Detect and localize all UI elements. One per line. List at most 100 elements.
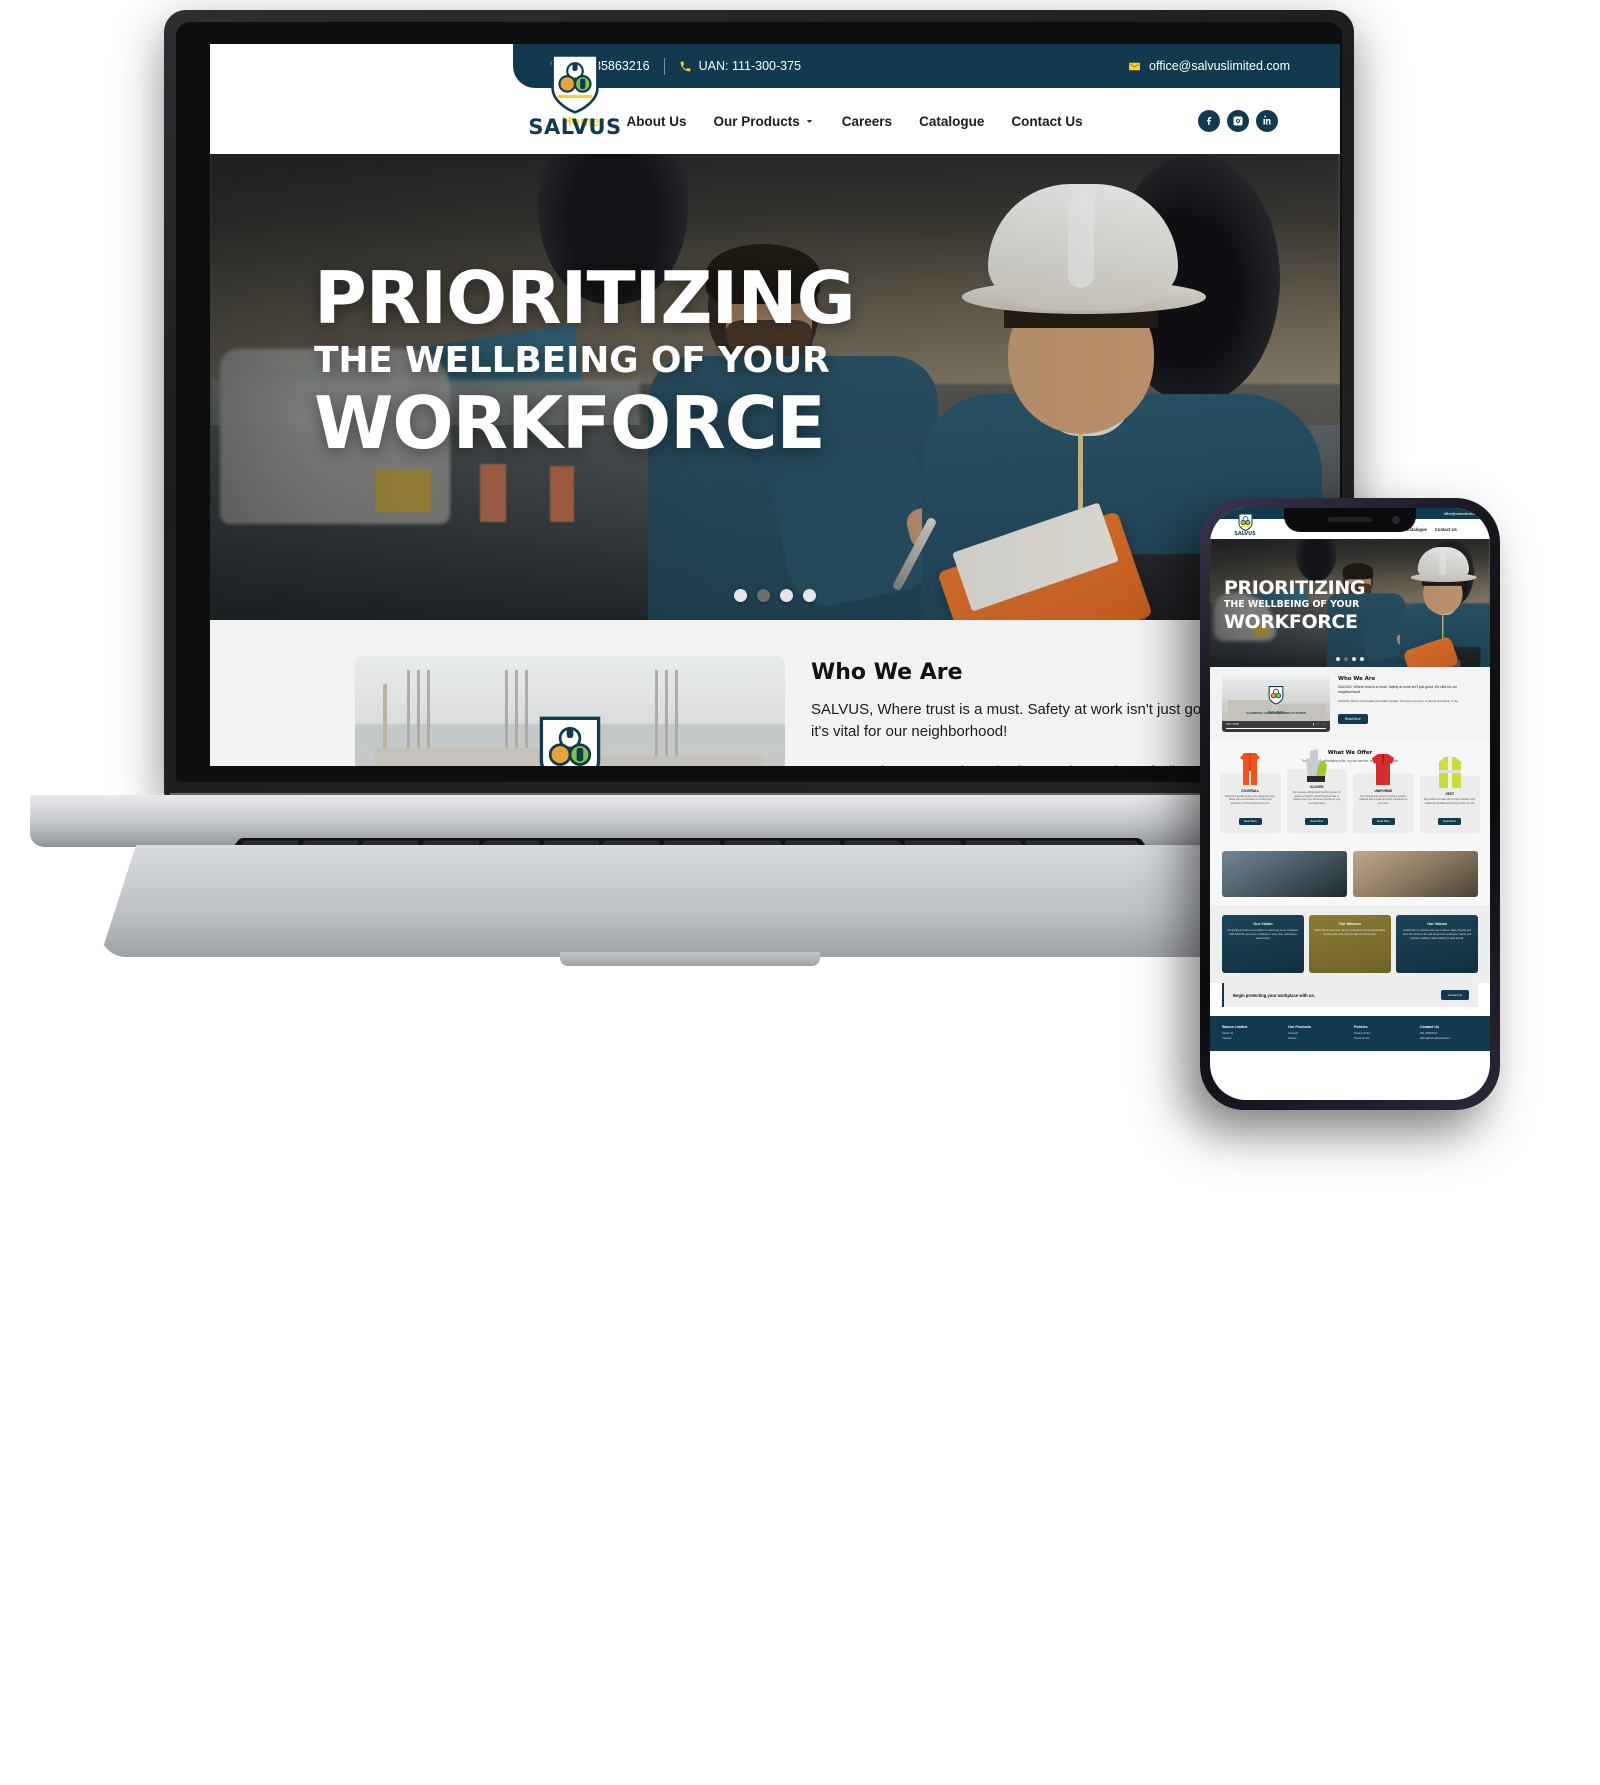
phone-who-we-are-body: SALVUS, Where trust peaks and safety spe…: [1338, 698, 1459, 703]
nav-item-our-products-label: Our Products: [713, 113, 800, 129]
nav-item-catalogue[interactable]: Catalogue: [919, 114, 984, 129]
phone-email-address: office@salvuslimited.com: [1443, 511, 1482, 516]
uan-contact[interactable]: UAN: 111-300-375: [679, 59, 801, 73]
hero-headline: PRIORITIZING THE WELLBEING OF YOUR WORKF…: [210, 262, 1340, 459]
social-links: [1198, 110, 1278, 132]
phone-video-progress[interactable]: [1226, 728, 1326, 730]
email-address: office@salvuslimited.com: [1149, 59, 1290, 73]
linkedin-link[interactable]: [1256, 110, 1278, 132]
cta-text: Begin protecting your workplace with us.: [1233, 992, 1315, 998]
vision-title: Our Vision: [1253, 922, 1273, 927]
phone-hero-carousel: PRIORITIZING THE WELLBEING OF YOUR WORKF…: [1210, 539, 1490, 667]
instagram-link[interactable]: [1227, 110, 1249, 132]
instagram-icon: [1233, 116, 1243, 126]
gallery-image-2[interactable]: [1353, 851, 1478, 898]
carousel-dot-1[interactable]: [734, 589, 747, 602]
phone-mockup: 021-35863216 office@salvuslimited.com SA…: [1200, 498, 1500, 1110]
phone-who-we-are-section: SALVUS GUARDING LIVES SHIELDING FUTURES …: [1210, 667, 1490, 741]
product-name: COVERALL: [1241, 788, 1260, 793]
values-title: Our Values: [1427, 922, 1447, 927]
linkedin-icon: [1263, 115, 1271, 125]
nav-links: Home About Us Our Products Careers Catal…: [562, 114, 1083, 129]
product-read-more-button[interactable]: Read More: [1438, 818, 1462, 826]
phone-read-more-button[interactable]: Read More: [1338, 714, 1368, 724]
carousel-dot-3[interactable]: [780, 589, 793, 602]
phone-who-we-are-text: Who We Are SALVUS, Where trust is a must…: [1338, 676, 1478, 732]
nav-item-careers[interactable]: Careers: [842, 114, 892, 129]
product-desc: Our professional uniforms combine durabl…: [1359, 794, 1408, 805]
phone-camera-icon: [1392, 516, 1400, 524]
phone-video-time: 0:07 / 0:55: [1226, 722, 1239, 726]
phone-brand-logo[interactable]: SALVUS: [1228, 513, 1262, 537]
brand-logo[interactable]: SALVUS: [525, 52, 625, 139]
phone-brand-name: SALVUS: [1234, 531, 1256, 537]
laptop-trackpad[interactable]: [600, 1745, 1000, 1785]
facebook-icon: [1207, 117, 1212, 125]
product-card-coverall[interactable]: COVERALL SALVUS coveralls protect your s…: [1220, 752, 1281, 834]
shield-logo-icon: [551, 54, 599, 114]
shield-logo-icon: [539, 716, 601, 766]
product-desc: Stay visible and safe with our high-visi…: [1423, 798, 1476, 805]
top-contact-bar-panel: 021-35863216 UAN: 111-300-375 office@sal…: [513, 44, 1340, 88]
uniforms-icon: [1372, 753, 1395, 785]
facebook-link[interactable]: [1198, 110, 1220, 132]
shield-logo-icon: [1268, 685, 1284, 705]
carousel-dot-4[interactable]: [803, 589, 816, 602]
phone-video-control-icons[interactable]: ▮ ⛶ ⋮: [1313, 723, 1326, 726]
mail-icon: [1129, 62, 1140, 70]
chevron-down-icon: [806, 119, 813, 123]
phone-notch: [1284, 508, 1416, 532]
who-we-are-lead: SALVUS, Where trust is a must. Safety at…: [811, 701, 1223, 741]
footer-item[interactable]: Careers: [1222, 1037, 1280, 1042]
gloves-icon: [1305, 749, 1327, 782]
product-read-more-button[interactable]: Read More: [1371, 818, 1395, 826]
carousel-dot-2[interactable]: [757, 589, 770, 602]
phone-carousel-dot-1[interactable]: [1335, 656, 1341, 661]
footer-column-title: Our Products: [1288, 1025, 1311, 1030]
product-card-uniforms[interactable]: UNIFORMS Our professional uniforms combi…: [1353, 753, 1414, 834]
product-card-gloves[interactable]: GLOVES We leverage cutting-hand SALVUS g…: [1286, 749, 1347, 834]
phone-video-player[interactable]: SALVUS GUARDING LIVES SHIELDING FUTURES …: [1222, 676, 1330, 732]
product-desc: SALVUS coveralls protect your safety and…: [1224, 794, 1276, 805]
contact-separator: [663, 57, 665, 75]
nav-item-about-us[interactable]: About Us: [627, 114, 687, 129]
phone-carousel-dot-4[interactable]: [1359, 656, 1365, 661]
email-contact[interactable]: office@salvuslimited.com: [1128, 59, 1290, 73]
footer-item[interactable]: Terms of Use: [1354, 1037, 1412, 1042]
product-read-more-button[interactable]: Read More: [1238, 818, 1262, 826]
vision-card: Our Vision Our guiding principle is to p…: [1222, 915, 1304, 974]
footer-column-title: Contact Us: [1420, 1025, 1439, 1030]
footer-column-title: Policies: [1354, 1025, 1368, 1030]
phone-gallery: [1210, 843, 1490, 906]
shield-logo-icon: [1238, 513, 1252, 531]
mission-card: Our Mission Safety first and foremost. W…: [1309, 915, 1391, 974]
phone-video-controls[interactable]: 0:07 / 0:55 ▮ ⛶ ⋮: [1222, 721, 1330, 732]
laptop-mockup: 021-35863216 UAN: 111-300-375 office@sal…: [0, 0, 1380, 1000]
phone-video-tagline: GUARDING LIVES SHIELDING FUTURES: [1246, 710, 1306, 715]
footer-column-company: Salvus Limited About Us Careers: [1222, 1025, 1280, 1041]
product-read-more-button[interactable]: Read More: [1305, 818, 1329, 826]
cta-button[interactable]: Contact Us: [1440, 990, 1469, 1001]
product-card-vest[interactable]: VEST Stay visible and safe with our high…: [1419, 757, 1480, 834]
footer-column-title: Salvus Limited: [1222, 1025, 1248, 1030]
hero-carousel: PRIORITIZING THE WELLBEING OF YOUR WORKF…: [210, 154, 1340, 620]
who-we-are-image: [355, 656, 785, 766]
product-name: UNIFORMS: [1374, 788, 1393, 793]
product-name: VEST: [1445, 792, 1455, 797]
main-navbar: SALVUS Home About Us Our Products Career…: [210, 54, 1340, 154]
product-desc: We leverage cutting-hand SALVUS gloves f…: [1292, 791, 1341, 805]
phone-icon: [680, 61, 691, 71]
phone-carousel-dot-3[interactable]: [1351, 656, 1357, 661]
footer-item[interactable]: office@salvuslimited.com: [1420, 1037, 1478, 1042]
nav-item-contact-us[interactable]: Contact Us: [1011, 114, 1082, 129]
gallery-image-1[interactable]: [1222, 851, 1347, 898]
mission-text: Safety first and foremost. We are commit…: [1314, 929, 1386, 937]
website-viewport: 021-35863216 UAN: 111-300-375 office@sal…: [210, 44, 1340, 766]
phone-what-we-offer-section: What We Offer Trust SALVUS, affordable p…: [1210, 741, 1490, 844]
nav-item-our-products[interactable]: Our Products: [714, 114, 815, 129]
footer-item[interactable]: Gloves: [1288, 1037, 1346, 1042]
phone-nav-item-contact-us[interactable]: Contact Us: [1435, 527, 1457, 532]
laptop-screen: 021-35863216 UAN: 111-300-375 office@sal…: [210, 44, 1340, 766]
phone-screen: 021-35863216 office@salvuslimited.com SA…: [1210, 508, 1490, 1100]
phone-carousel-dot-2[interactable]: [1343, 656, 1349, 661]
